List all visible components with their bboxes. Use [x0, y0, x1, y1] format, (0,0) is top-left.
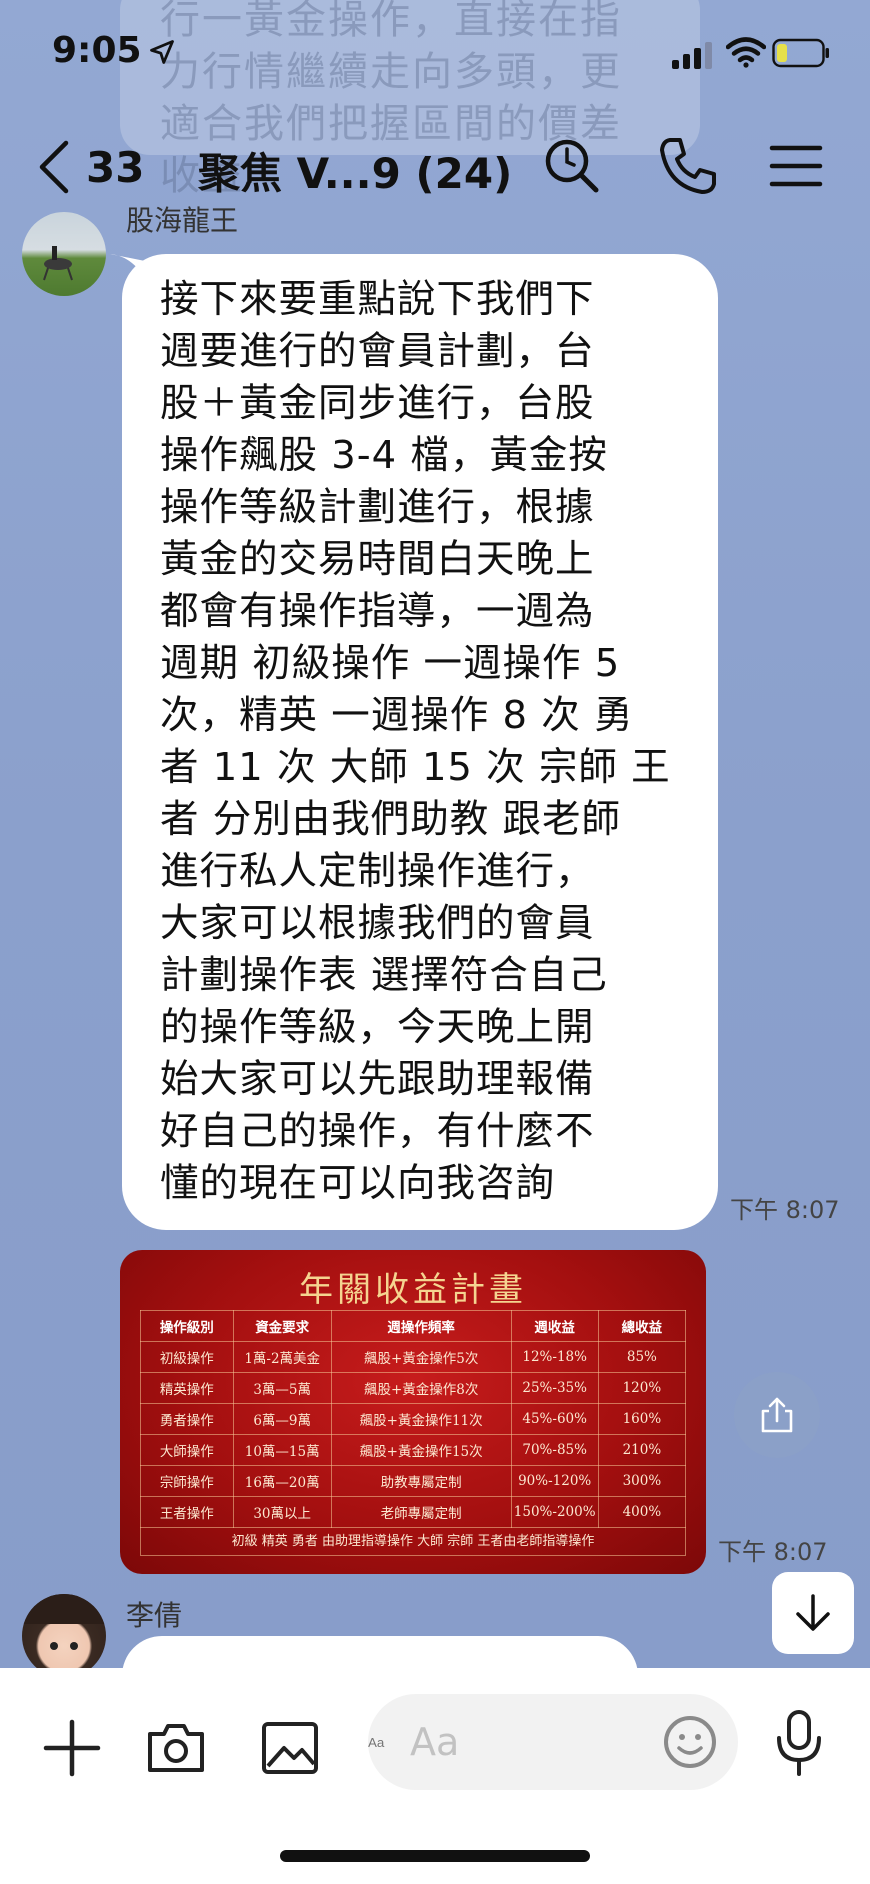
table-cell: 45%-60%: [510, 1403, 599, 1435]
share-button[interactable]: [734, 1372, 820, 1458]
location-arrow-icon: [150, 40, 174, 64]
table-header: 週操作頻率: [330, 1310, 512, 1342]
status-bar: 9:05: [0, 0, 870, 110]
table-header: 週收益: [510, 1310, 599, 1342]
message-timestamp: 下午 8:07: [730, 1196, 840, 1224]
chat-header: 33 聚焦 V...9 (24): [0, 120, 870, 220]
table-cell: 宗師操作: [140, 1465, 234, 1497]
menu-icon[interactable]: [764, 134, 828, 198]
table-row: 勇者操作 6萬—9萬 飆股+黃金操作11次 45%-60% 160%: [140, 1403, 687, 1435]
scroll-down-button[interactable]: [772, 1572, 854, 1654]
table-cell: 勇者操作: [140, 1403, 234, 1435]
table-cell: 老師專屬定制: [330, 1496, 512, 1528]
plan-table: 操作級別 資金要求 週操作頻率 週收益 總收益 初級操作 1萬-2萬美金 飆股+黃金…: [140, 1310, 687, 1528]
table-cell: 12%-18%: [510, 1341, 599, 1373]
table-cell: 25%-35%: [510, 1372, 599, 1404]
table-row: 初級操作 1萬-2萬美金 飆股+黃金操作5次 12%-18% 85%: [140, 1341, 687, 1373]
table-header: 操作級別: [140, 1310, 234, 1342]
table-cell: 10萬—15萬: [232, 1434, 332, 1466]
table-cell: 飆股+黃金操作15次: [330, 1434, 512, 1466]
table-cell: 16萬—20萬: [232, 1465, 332, 1497]
cellular-signal-icon: [672, 42, 712, 69]
table-header: 資金要求: [232, 1310, 332, 1342]
table-cell: 120%: [597, 1372, 687, 1404]
table-cell: 大師操作: [140, 1434, 234, 1466]
arrow-down-icon: [796, 1594, 830, 1631]
microphone-icon[interactable]: [772, 1708, 826, 1778]
table-cell: 6萬—9萬: [232, 1403, 332, 1435]
table-cell: 90%-120%: [510, 1465, 599, 1497]
share-icon: [761, 1397, 793, 1433]
chat-title[interactable]: 聚焦 V...9 (24): [198, 140, 512, 201]
table-cell: 160%: [597, 1403, 687, 1435]
table-header-row: 操作級別 資金要求 週操作頻率 週收益 總收益: [140, 1310, 687, 1342]
table-row: 宗師操作 16萬—20萬 助教專屬定制 90%-120% 300%: [140, 1465, 687, 1497]
sender-name: 李倩: [126, 1599, 183, 1632]
sender-name: 股海龍王: [126, 206, 239, 236]
table-cell: 85%: [597, 1341, 687, 1373]
search-icon[interactable]: [540, 134, 604, 198]
table-cell: 助教專屬定制: [330, 1465, 512, 1497]
horse-rider-icon: [43, 246, 73, 281]
image-message[interactable]: 年關收益計畫 操作級別 資金要求 週操作頻率 週收益 總收益 初級操作 1萬-2萬…: [120, 1250, 706, 1574]
table-cell: 精英操作: [140, 1372, 234, 1404]
avatar[interactable]: [22, 1594, 106, 1668]
home-indicator: [280, 1850, 590, 1862]
table-cell: 300%: [597, 1465, 687, 1497]
message-text: 接下來要重點說下我們下 週要進行的會員計劃，台 股＋黃金同步進行，台股 操作飆股…: [160, 277, 671, 1206]
chevron-left-icon: [39, 140, 69, 194]
table-cell: 1萬-2萬美金: [232, 1341, 332, 1373]
emoji-icon[interactable]: [660, 1712, 720, 1772]
battery-icon: [772, 38, 829, 68]
table-row: 精英操作 3萬—5萬 飆股+黃金操作8次 25%-35% 120%: [140, 1372, 687, 1404]
table-cell: 150%-200%: [510, 1496, 599, 1528]
wifi-icon: [726, 37, 766, 68]
back-button[interactable]: 33: [36, 132, 144, 202]
table-row: 大師操作 10萬—15萬 飆股+黃金操作15次 70%-85% 210%: [140, 1434, 687, 1466]
table-header: 總收益: [597, 1310, 687, 1342]
table-cell: 210%: [597, 1434, 687, 1466]
table-cell: 30萬以上: [232, 1496, 332, 1528]
table-cell: 400%: [597, 1496, 687, 1528]
table-cell: 3萬—5萬: [232, 1372, 332, 1404]
table-cell: 飆股+黃金操作11次: [330, 1403, 512, 1435]
table-cell: 70%-85%: [510, 1434, 599, 1466]
phone-icon[interactable]: [656, 134, 720, 198]
camera-icon[interactable]: [144, 1716, 208, 1780]
avatar[interactable]: [22, 212, 106, 296]
image-icon[interactable]: [258, 1716, 322, 1780]
message-timestamp: 下午 8:07: [718, 1538, 828, 1566]
status-time: 9:05: [52, 30, 142, 71]
input-placeholder: Aa: [410, 1720, 460, 1764]
image-title: 年關收益計畫: [299, 1270, 527, 1310]
plus-icon[interactable]: [40, 1716, 104, 1780]
image-footer: 初級 精英 勇者 由助理指導操作 大師 宗師 王者由老師指導操作: [140, 1528, 686, 1556]
table-cell: 初級操作: [140, 1341, 234, 1373]
message-bubble[interactable]: [122, 1636, 638, 1668]
chat-background: 行一黃金操作，直接在指 力行情繼續走向多頭，更 適合我們把握區間的價差 收益 9…: [0, 0, 870, 1668]
table-row: 王者操作 30萬以上 老師專屬定制 150%-200% 400%: [140, 1496, 687, 1528]
unread-count: 33: [86, 142, 145, 192]
portrait-icon: [22, 1594, 106, 1650]
table-cell: 飆股+黃金操作8次: [330, 1372, 512, 1404]
table-cell: 飆股+黃金操作5次: [330, 1341, 512, 1373]
table-cell: 王者操作: [140, 1496, 234, 1528]
